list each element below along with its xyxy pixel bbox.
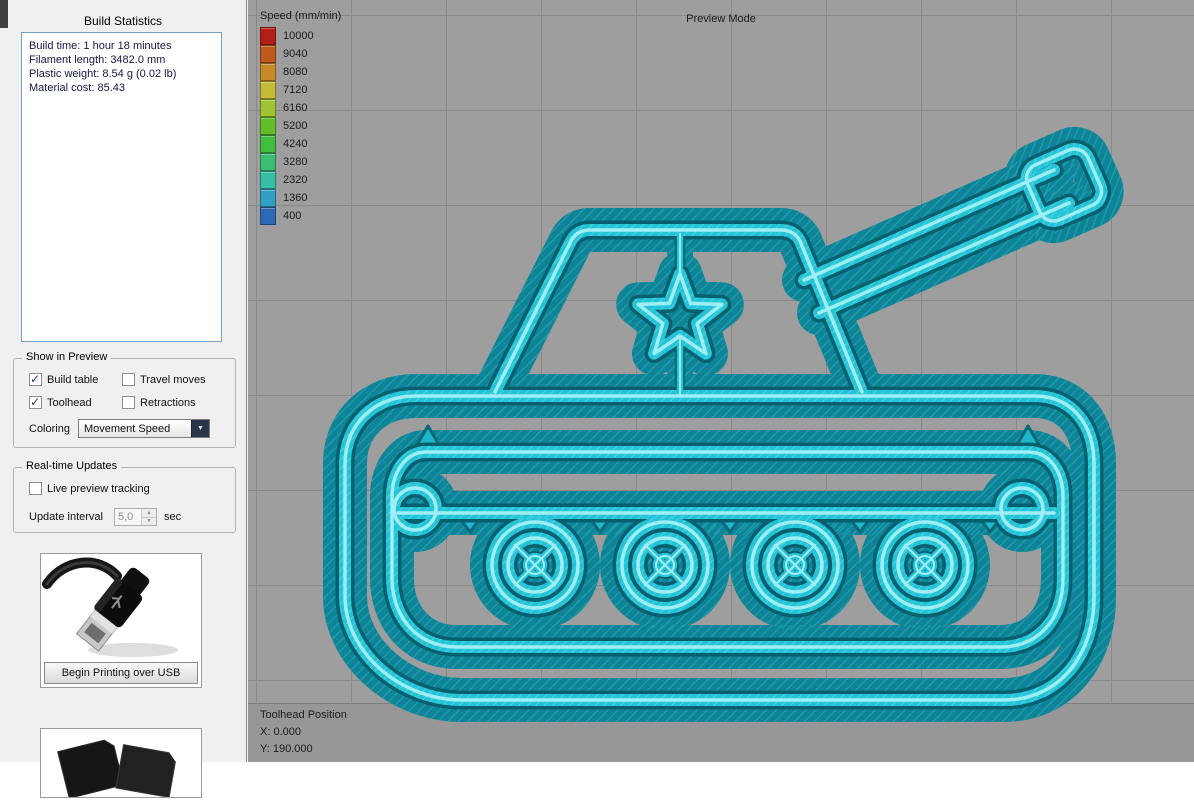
legend-entry: 8080 bbox=[260, 63, 341, 81]
legend-value: 6160 bbox=[283, 102, 307, 114]
chevron-down-icon[interactable]: ▼ bbox=[191, 420, 209, 437]
toolpath-wall-layer bbox=[345, 144, 1106, 700]
checkbox-box[interactable] bbox=[29, 373, 42, 386]
legend-entry: 4240 bbox=[260, 135, 341, 153]
legend-swatch bbox=[260, 81, 276, 99]
settings-panel: Build Statistics Build time: 1 hour 18 m… bbox=[0, 0, 247, 762]
legend-value: 10000 bbox=[283, 30, 314, 42]
legend-value: 2320 bbox=[283, 174, 307, 186]
legend-entry: 7120 bbox=[260, 81, 341, 99]
legend-swatch bbox=[260, 189, 276, 207]
toolhead-position-x: X: 0.000 bbox=[260, 724, 347, 741]
begin-printing-usb-button[interactable]: Begin Printing over USB bbox=[44, 662, 198, 684]
checkbox-retractions[interactable]: Retractions bbox=[122, 396, 196, 409]
stat-filament-length: Filament length: 3482.0 mm bbox=[29, 53, 214, 67]
legend-value: 1360 bbox=[283, 192, 307, 204]
toolhead-position-title: Toolhead Position bbox=[260, 707, 347, 724]
checkbox-label: Toolhead bbox=[47, 397, 92, 409]
checkbox-live-preview-tracking[interactable]: Live preview tracking bbox=[29, 482, 150, 495]
coloring-select-value: Movement Speed bbox=[79, 420, 191, 437]
coloring-select[interactable]: Movement Speed ▼ bbox=[78, 419, 210, 438]
application-window: Build Statistics Build time: 1 hour 18 m… bbox=[0, 0, 1194, 762]
checkbox-label: Build table bbox=[47, 374, 98, 386]
stat-material-cost: Material cost: 85.43 bbox=[29, 81, 214, 95]
stat-build-time: Build time: 1 hour 18 minutes bbox=[29, 39, 214, 53]
toolhead-position-y: Y: 190.000 bbox=[260, 741, 347, 758]
legend-entry: 10000 bbox=[260, 27, 341, 45]
legend-swatch bbox=[260, 135, 276, 153]
update-interval-unit: sec bbox=[164, 511, 181, 523]
checkbox-travel-moves[interactable]: Travel moves bbox=[122, 373, 206, 386]
legend-entry: 3280 bbox=[260, 153, 341, 171]
legend-entry: 1360 bbox=[260, 189, 341, 207]
legend-value: 3280 bbox=[283, 156, 307, 168]
build-statistics-box: Build time: 1 hour 18 minutes Filament l… bbox=[21, 32, 222, 342]
legend-value: 7120 bbox=[283, 84, 307, 96]
checkbox-box[interactable] bbox=[122, 396, 135, 409]
usb-cable-photo bbox=[41, 554, 201, 660]
legend-entry: 9040 bbox=[260, 45, 341, 63]
toolhead-position: Toolhead Position X: 0.000 Y: 190.000 bbox=[260, 707, 347, 758]
checkbox-label: Live preview tracking bbox=[47, 483, 150, 495]
checkbox-toolhead[interactable]: Toolhead bbox=[29, 396, 92, 409]
update-interval-value[interactable]: 5,0 bbox=[115, 509, 141, 525]
legend-swatch bbox=[260, 153, 276, 171]
update-interval-stepper[interactable]: 5,0 ▲▼ bbox=[114, 508, 157, 526]
checkbox-box[interactable] bbox=[29, 396, 42, 409]
build-statistics-title: Build Statistics bbox=[0, 14, 246, 28]
legend-swatch bbox=[260, 171, 276, 189]
realtime-updates-group: Real-time Updates Live preview tracking … bbox=[13, 467, 236, 533]
update-interval-label: Update interval bbox=[29, 511, 103, 523]
legend-swatch bbox=[260, 27, 276, 45]
legend-entry: 2320 bbox=[260, 171, 341, 189]
legend-entry: 5200 bbox=[260, 117, 341, 135]
coloring-label: Coloring bbox=[29, 423, 70, 435]
sd-card-panel bbox=[40, 728, 202, 798]
stat-plastic-weight: Plastic weight: 8.54 g (0.02 lb) bbox=[29, 67, 214, 81]
legend-value: 400 bbox=[283, 210, 301, 222]
realtime-updates-group-title: Real-time Updates bbox=[22, 460, 121, 472]
legend-swatch bbox=[260, 45, 276, 63]
preview-canvas[interactable]: Preview Mode Speed (mm/min) 10000 9040 8… bbox=[248, 0, 1194, 762]
legend-value: 5200 bbox=[283, 120, 307, 132]
checkbox-box[interactable] bbox=[29, 482, 42, 495]
checkbox-label: Retractions bbox=[140, 397, 196, 409]
usb-print-panel: Begin Printing over USB bbox=[40, 553, 202, 688]
show-in-preview-group-title: Show in Preview bbox=[22, 351, 111, 363]
toolpath-preview-tank bbox=[248, 0, 1194, 762]
legend-value: 8080 bbox=[283, 66, 307, 78]
checkbox-label: Travel moves bbox=[140, 374, 206, 386]
speed-legend: Speed (mm/min) 10000 9040 8080 7120 6160… bbox=[260, 10, 341, 225]
legend-swatch bbox=[260, 117, 276, 135]
checkbox-build-table[interactable]: Build table bbox=[29, 373, 98, 386]
legend-value: 4240 bbox=[283, 138, 307, 150]
legend-swatch bbox=[260, 63, 276, 81]
spin-down-icon[interactable]: ▼ bbox=[142, 517, 156, 526]
sd-card-photo bbox=[41, 729, 201, 797]
legend-entry: 400 bbox=[260, 207, 341, 225]
legend-entry: 6160 bbox=[260, 99, 341, 117]
legend-swatch bbox=[260, 99, 276, 117]
legend-value: 9040 bbox=[283, 48, 307, 60]
speed-legend-title: Speed (mm/min) bbox=[260, 10, 341, 22]
stepper-buttons[interactable]: ▲▼ bbox=[141, 509, 156, 525]
checkbox-box[interactable] bbox=[122, 373, 135, 386]
show-in-preview-group: Show in Preview Build table Travel moves… bbox=[13, 358, 236, 448]
spin-up-icon[interactable]: ▲ bbox=[142, 509, 156, 517]
legend-swatch bbox=[260, 207, 276, 225]
